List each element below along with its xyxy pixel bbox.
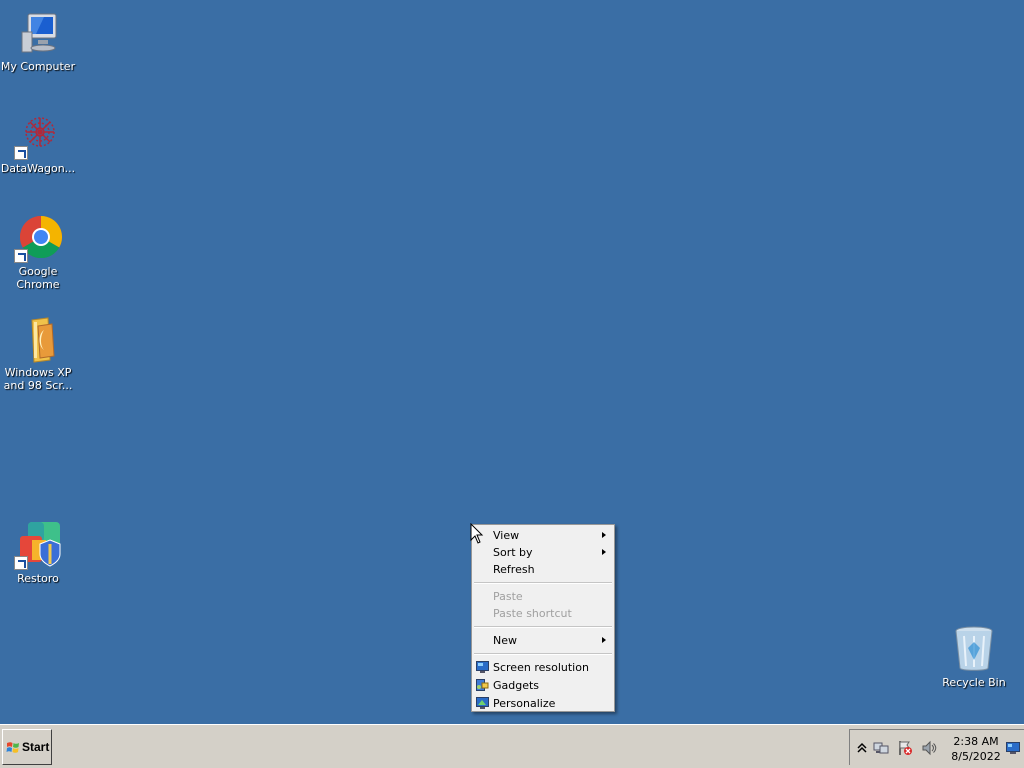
shortcut-arrow-icon bbox=[14, 249, 28, 263]
personalize-icon bbox=[476, 697, 489, 709]
context-menu-item-label: Paste shortcut bbox=[493, 607, 572, 620]
context-menu-item-new[interactable]: New bbox=[472, 632, 614, 649]
context-menu-item-screen-resolution[interactable]: Screen resolution bbox=[472, 659, 614, 677]
desktop-icon-google-chrome[interactable]: Google Chrome bbox=[0, 215, 76, 291]
desktop-icon-label: Google Chrome bbox=[16, 265, 60, 291]
desktop-icon-restoro[interactable]: Restoro bbox=[0, 522, 76, 585]
context-menu-item-label: Gadgets bbox=[493, 679, 540, 692]
context-menu-item-paste: Paste bbox=[472, 588, 614, 605]
taskbar-clock[interactable]: 2:38 AM 8/5/2022 bbox=[948, 734, 1004, 764]
desktop-icon-my-computer[interactable]: My Computer bbox=[0, 10, 76, 73]
context-menu-item-label: Paste bbox=[493, 590, 523, 603]
show-desktop-icon[interactable] bbox=[1006, 742, 1020, 754]
desktop-icon-label: My Computer bbox=[0, 60, 76, 73]
monitor-icon bbox=[476, 661, 489, 673]
desktop[interactable]: My Computer DataWagon... Google Chrome W… bbox=[0, 0, 1024, 724]
submenu-arrow-icon bbox=[602, 637, 606, 643]
mouse-cursor-icon bbox=[470, 523, 484, 544]
desktop-icon-datawagon[interactable]: DataWagon... bbox=[0, 112, 76, 175]
taskbar: Start 2:38 AM 8/5/2022 bbox=[0, 724, 1024, 768]
action-center-flag-icon[interactable] bbox=[897, 740, 913, 756]
network-icon[interactable] bbox=[873, 740, 889, 756]
context-menu-item-refresh[interactable]: Refresh bbox=[472, 561, 614, 578]
notification-area: 2:38 AM 8/5/2022 bbox=[849, 729, 1024, 765]
desktop-icon-label: DataWagon... bbox=[0, 162, 76, 175]
start-button-label: Start bbox=[22, 740, 50, 754]
context-menu-item-label: View bbox=[493, 529, 520, 542]
context-menu-item-view[interactable]: View bbox=[472, 527, 614, 544]
clock-time: 2:38 AM bbox=[953, 735, 999, 748]
clock-date: 8/5/2022 bbox=[951, 750, 1001, 763]
restoro-icon bbox=[14, 522, 62, 570]
desktop-icon-label: Recycle Bin bbox=[942, 676, 1006, 689]
recycle-bin-icon bbox=[950, 626, 998, 674]
volume-icon[interactable] bbox=[921, 740, 937, 756]
menu-separator bbox=[474, 626, 612, 628]
desktop-context-menu: View Sort by Refresh Paste Paste shortcu… bbox=[471, 524, 615, 712]
shortcut-arrow-icon bbox=[14, 146, 28, 160]
menu-separator bbox=[474, 582, 612, 584]
datawagon-icon bbox=[14, 112, 62, 160]
desktop-icon-label: Restoro bbox=[17, 572, 59, 585]
context-menu-item-label: Refresh bbox=[493, 563, 535, 576]
context-menu-item-label: New bbox=[493, 634, 517, 647]
context-menu-item-label: Personalize bbox=[493, 697, 556, 710]
context-menu-item-label: Sort by bbox=[493, 546, 533, 559]
windows-logo-icon bbox=[6, 741, 19, 753]
desktop-icon-recycle-bin[interactable]: Recycle Bin bbox=[936, 626, 1012, 689]
submenu-arrow-icon bbox=[602, 549, 606, 555]
desktop-icon-windows-xp-folder[interactable]: Windows XP and 98 Scr... bbox=[0, 316, 76, 392]
folder-icon bbox=[14, 316, 62, 364]
desktop-icon-label: Windows XP and 98 Scr... bbox=[3, 366, 73, 392]
context-menu-item-personalize[interactable]: Personalize bbox=[472, 695, 614, 713]
submenu-arrow-icon bbox=[602, 532, 606, 538]
shortcut-arrow-icon bbox=[14, 556, 28, 570]
computer-icon bbox=[14, 10, 62, 58]
show-hidden-icons-chevron-icon[interactable] bbox=[854, 740, 870, 756]
context-menu-item-gadgets[interactable]: Gadgets bbox=[472, 677, 614, 695]
context-menu-item-paste-shortcut: Paste shortcut bbox=[472, 605, 614, 622]
context-menu-item-label: Screen resolution bbox=[493, 661, 589, 674]
menu-separator bbox=[474, 653, 612, 655]
context-menu-item-sort-by[interactable]: Sort by bbox=[472, 544, 614, 561]
gadgets-icon bbox=[476, 679, 489, 691]
start-button[interactable]: Start bbox=[2, 729, 52, 765]
chrome-icon bbox=[14, 215, 63, 263]
